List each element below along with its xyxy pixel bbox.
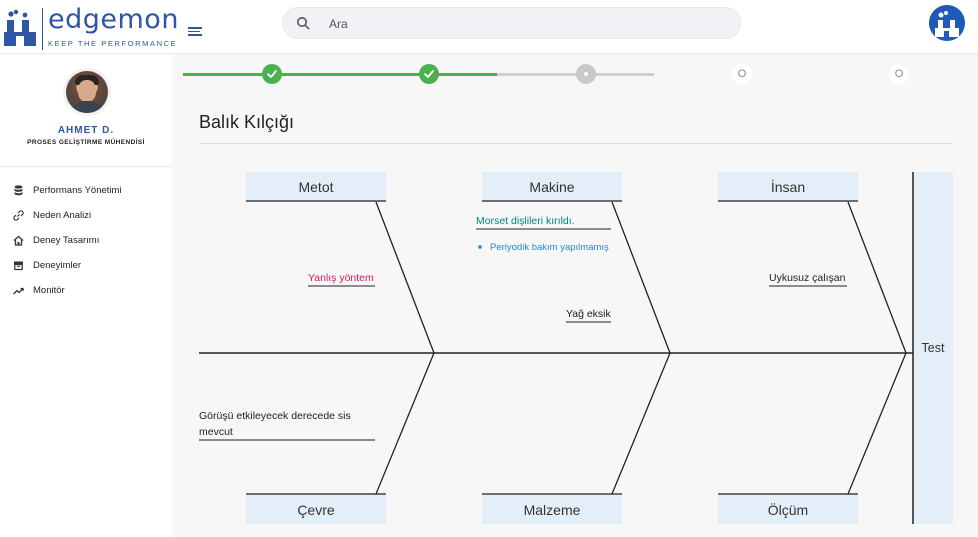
sidebar-nav: Performans Yönetimi Neden Analizi Deney …	[0, 179, 172, 304]
cause-cevre[interactable]: Görüşü etkileyecek derecede sis mevcut	[199, 410, 375, 441]
bone-olcum	[847, 352, 907, 495]
category-box-malzeme[interactable]: Malzeme	[482, 493, 622, 524]
bone-malzeme	[611, 352, 671, 495]
search-icon	[296, 16, 310, 30]
profile-avatar[interactable]	[66, 71, 108, 113]
category-box-cevre[interactable]: Çevre	[246, 493, 386, 524]
step-5-pending[interactable]: O	[889, 64, 909, 84]
sidebar: AHMET D. PROSES GELİŞTİRME MÜHENDİSİ Per…	[0, 55, 172, 537]
fishbone-diagram: Test Metot Makine İnsan Çevre Malzeme Öl…	[199, 172, 953, 524]
page-title: Balık Kılçığı	[199, 112, 295, 132]
cause-metot[interactable]: Yanlış yöntem	[308, 272, 375, 287]
sidebar-item-performans[interactable]: Performans Yönetimi	[0, 179, 172, 204]
profile-name[interactable]: AHMET D.	[0, 125, 172, 136]
factory-logo-icon	[4, 9, 36, 46]
sidebar-item-label: Deneyimler	[33, 260, 82, 271]
sidebar-item-neden-analizi[interactable]: Neden Analizi	[0, 204, 172, 229]
check-icon	[424, 70, 434, 78]
category-label: Metot	[298, 179, 333, 195]
bone-metot	[375, 201, 435, 354]
stepper-line-done	[183, 73, 497, 76]
profile-role: PROSES GELİŞTİRME MÜHENDİSİ	[27, 139, 145, 146]
search-input[interactable]	[329, 14, 719, 34]
cause-makine-second[interactable]: Yağ eksik	[566, 308, 611, 323]
top-header: edgemon KEEP THE PERFORMANCE	[0, 0, 978, 54]
link-icon	[13, 210, 24, 221]
category-label: İnsan	[771, 178, 805, 195]
sidebar-item-label: Monitör	[33, 285, 65, 296]
home-icon	[13, 235, 24, 246]
cause-insan[interactable]: Uykusuz çalışan	[769, 272, 847, 287]
sidebar-divider	[0, 166, 172, 167]
sidebar-item-deneyimler[interactable]: Deneyimler	[0, 254, 172, 279]
cause-text: Görüşü etkileyecek derecede sis	[199, 410, 351, 422]
step-1-complete[interactable]	[262, 64, 282, 84]
category-label: Makine	[529, 179, 574, 195]
brand-name: edgemon	[48, 4, 179, 35]
sidebar-item-deney-tasarimi[interactable]: Deney Tasarımı	[0, 229, 172, 254]
title-divider	[199, 143, 953, 144]
check-icon	[267, 70, 277, 78]
category-box-olcum[interactable]: Ölçüm	[718, 493, 858, 524]
category-label: Ölçüm	[768, 501, 808, 518]
menu-toggle-icon[interactable]	[188, 27, 202, 38]
bone-makine	[611, 201, 671, 354]
sidebar-item-label: Neden Analizi	[33, 210, 92, 221]
category-box-makine[interactable]: Makine	[482, 172, 622, 202]
category-box-metot[interactable]: Metot	[246, 172, 386, 202]
factory-avatar-icon	[929, 5, 965, 41]
step-3-current[interactable]	[576, 64, 596, 84]
cause-text: mevcut	[199, 426, 233, 438]
brand-tagline: KEEP THE PERFORMANCE	[48, 39, 178, 48]
search-bar	[282, 7, 741, 39]
sidebar-item-monitor[interactable]: Monitör	[0, 279, 172, 304]
sidebar-item-label: Deney Tasarımı	[33, 235, 100, 246]
cause-makine-sub[interactable]: Periyodik bakım yapılmamış	[478, 242, 609, 253]
logo-divider	[42, 8, 43, 50]
user-menu-avatar[interactable]	[929, 5, 965, 41]
category-label: Malzeme	[524, 502, 581, 518]
cause-text: Morset dişlileri kırıldı.	[476, 215, 575, 227]
cause-text: Yağ eksik	[566, 308, 611, 320]
fishbone-head-label[interactable]: Test	[922, 341, 945, 355]
trend-icon	[13, 287, 24, 295]
sidebar-item-label: Performans Yönetimi	[33, 185, 122, 196]
database-icon	[14, 185, 23, 196]
archive-icon	[14, 261, 23, 271]
cause-text: Yanlış yöntem	[308, 272, 374, 284]
category-box-insan[interactable]: İnsan	[718, 172, 858, 202]
bone-insan	[847, 201, 907, 354]
bone-cevre	[375, 352, 435, 495]
cause-text: Periyodik bakım yapılmamış	[490, 242, 609, 253]
main-content: O O Balık Kılçığı Test Metot Makine İnsa…	[177, 55, 978, 537]
category-label: Çevre	[297, 502, 335, 518]
cause-text: Uykusuz çalışan	[769, 272, 846, 284]
cause-makine-main[interactable]: Morset dişlileri kırıldı.	[476, 215, 611, 230]
brand-logo[interactable]: edgemon KEEP THE PERFORMANCE	[4, 4, 178, 50]
progress-stepper: O O	[183, 63, 923, 87]
step-2-complete[interactable]	[419, 64, 439, 84]
step-4-pending[interactable]: O	[732, 64, 752, 84]
